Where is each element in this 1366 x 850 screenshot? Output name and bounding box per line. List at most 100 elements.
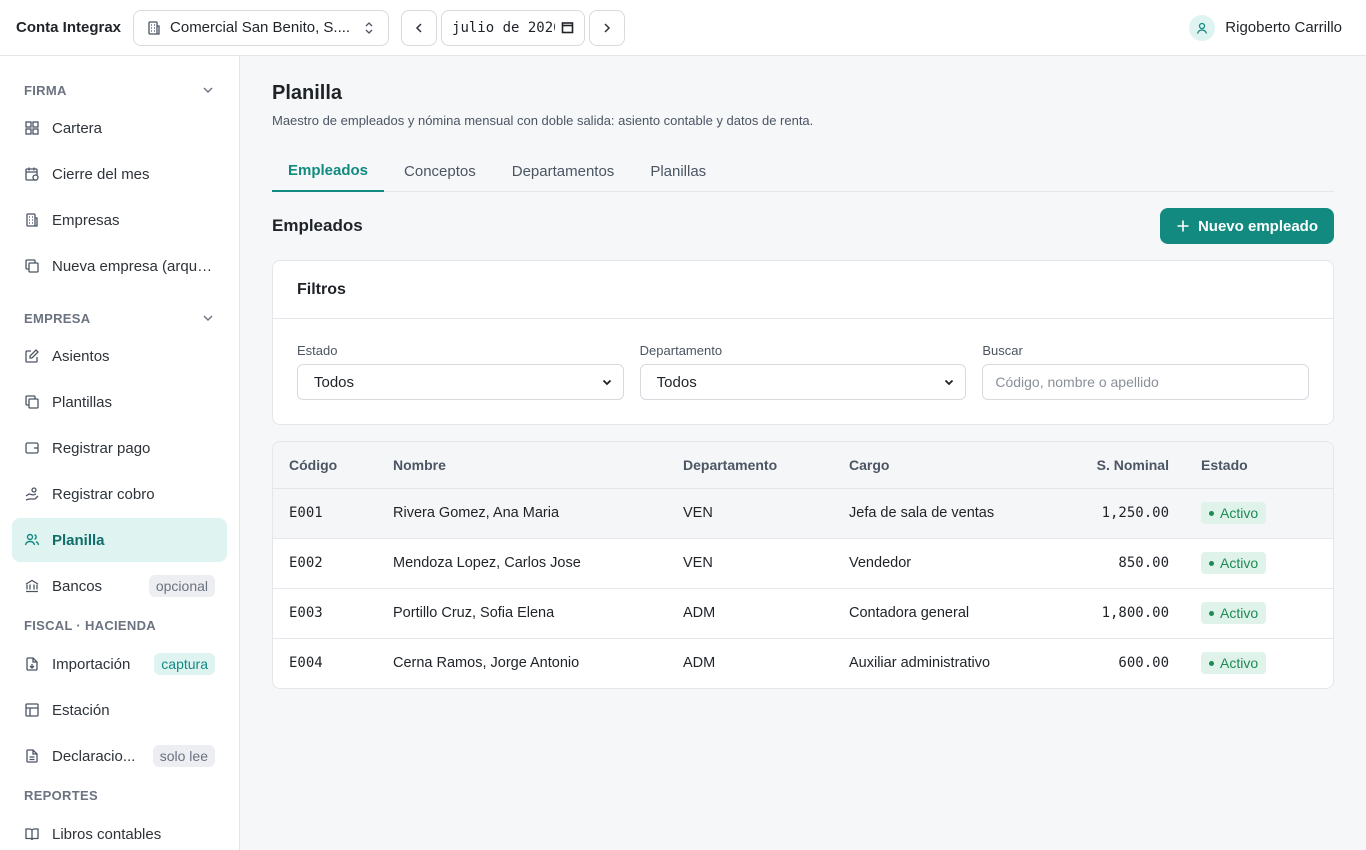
col-cargo[interactable]: Cargo xyxy=(833,442,1033,489)
book-icon xyxy=(25,828,39,841)
table-row[interactable]: E003 Portillo Cruz, Sofia Elena ADM Cont… xyxy=(273,588,1333,639)
table-row[interactable]: E004 Cerna Ramos, Jorge Antonio ADM Auxi… xyxy=(273,638,1333,688)
cell-nombre: Portillo Cruz, Sofia Elena xyxy=(377,588,667,639)
wallet-icon xyxy=(25,442,39,454)
cell-codigo: E003 xyxy=(273,588,377,639)
main-content: Planilla Maestro de empleados y nómina m… xyxy=(240,56,1366,850)
cell-cargo: Auxiliar administrativo xyxy=(849,655,991,672)
user-name: Rigoberto Carrillo xyxy=(1225,19,1342,36)
table-row[interactable]: E002 Mendoza Lopez, Carlos Jose VEN Vend… xyxy=(273,538,1333,589)
cell-cargo: Vendedor xyxy=(833,538,1033,589)
estado-select[interactable]: Todos xyxy=(297,364,624,400)
sidebar-item-asientos[interactable]: Asientos xyxy=(12,334,227,378)
edit-icon xyxy=(25,349,39,363)
sidebar: FIRMA Cartera Cierre del mes Empresas Nu… xyxy=(0,56,240,850)
sidebar-item-registrar-pago[interactable]: Registrar pago xyxy=(12,426,227,470)
col-departamento[interactable]: Departamento xyxy=(667,442,833,489)
building-icon xyxy=(146,20,162,36)
section-reportes: REPORTES xyxy=(24,787,98,803)
col-estado[interactable]: Estado xyxy=(1185,442,1333,489)
chevron-updown-icon xyxy=(362,21,376,35)
company-selector[interactable]: Comercial San Benito, S.... xyxy=(133,9,390,46)
chevron-left-icon xyxy=(415,22,422,33)
sidebar-item-importacion[interactable]: Importación captura xyxy=(12,642,227,686)
status-badge: Activo xyxy=(1201,652,1267,675)
cell-salario: 1,250.00 xyxy=(1033,488,1185,539)
page-subtitle: Maestro de empleados y nómina mensual co… xyxy=(272,113,814,128)
cell-estado: Activo xyxy=(1185,538,1333,589)
copy-icon xyxy=(25,395,39,409)
cell-codigo: E001 xyxy=(273,488,377,539)
departamento-label: Departamento xyxy=(639,343,723,358)
page-title: Planilla xyxy=(272,82,343,104)
next-period-button[interactable] xyxy=(589,9,626,46)
building-icon xyxy=(26,213,38,227)
col-codigo[interactable]: Código xyxy=(273,442,377,489)
col-salario[interactable]: S. Nominal xyxy=(1033,442,1185,489)
sidebar-item-declaraciones[interactable]: Declaracio... solo lee xyxy=(12,734,227,778)
tab-departamentos[interactable]: Departamentos xyxy=(496,150,631,192)
sidebar-item-cierre[interactable]: Cierre del mes xyxy=(12,152,227,196)
hand-coins-icon xyxy=(25,487,39,501)
sidebar-item-plantillas[interactable]: Plantillas xyxy=(12,380,227,424)
calendar-icon[interactable] xyxy=(561,21,574,34)
sidebar-item-libros[interactable]: Libros contables xyxy=(12,812,227,850)
cell-salario: 600.00 xyxy=(1118,655,1169,672)
employees-table: Código Nombre Departamento Cargo S. Nomi… xyxy=(272,441,1334,689)
table-row[interactable]: E001 Rivera Gomez, Ana Maria VEN Jefa de… xyxy=(273,488,1333,539)
period-value: julio de 2026 xyxy=(452,19,556,36)
search-input[interactable]: Código, nombre o apellido xyxy=(982,364,1310,400)
section-empresa[interactable]: EMPRESA xyxy=(12,304,227,332)
cell-estado: Activo xyxy=(1185,638,1333,688)
tab-conceptos[interactable]: Conceptos xyxy=(388,150,492,192)
grid-icon xyxy=(25,121,39,135)
filters-card: Filtros Estado Todos Departamento Todos … xyxy=(272,260,1334,425)
chevron-down-icon xyxy=(945,379,954,386)
departamento-select[interactable]: Todos xyxy=(639,364,967,400)
cell-departamento: ADM xyxy=(683,655,716,672)
plus-icon xyxy=(1177,220,1189,232)
new-employee-button[interactable]: Nuevo empleado xyxy=(1159,208,1334,244)
status-badge: Activo xyxy=(1201,552,1267,574)
period-input[interactable]: julio de 2026 xyxy=(441,9,586,46)
sidebar-item-registrar-cobro[interactable]: Registrar cobro xyxy=(12,472,227,516)
prev-period-button[interactable] xyxy=(401,9,438,46)
tab-bar: Empleados Conceptos Departamentos Planil… xyxy=(272,150,1334,192)
cell-cargo: Jefa de sala de ventas xyxy=(833,488,1033,539)
sidebar-item-estacion[interactable]: Estación xyxy=(12,688,227,732)
cell-departamento: VEN xyxy=(667,538,833,589)
chevron-down-icon xyxy=(203,315,213,321)
col-nombre[interactable]: Nombre xyxy=(377,442,667,489)
user-menu[interactable]: Rigoberto Carrillo xyxy=(1189,14,1350,41)
filters-title: Filtros xyxy=(273,261,1333,319)
cell-salario: 850.00 xyxy=(1033,538,1185,589)
cell-codigo: E004 xyxy=(289,655,323,672)
estado-label: Estado xyxy=(297,343,338,358)
chevron-right-icon xyxy=(604,22,611,33)
badge-solo-lee: solo lee xyxy=(152,745,215,767)
tab-empleados[interactable]: Empleados xyxy=(272,150,385,192)
cell-estado: Activo xyxy=(1185,588,1333,639)
sidebar-item-nueva-empresa[interactable]: Nueva empresa (arque... xyxy=(12,244,227,288)
chevron-down-icon xyxy=(602,379,611,386)
avatar xyxy=(1189,14,1216,41)
sidebar-item-cartera[interactable]: Cartera xyxy=(12,106,227,150)
tab-planillas[interactable]: Planillas xyxy=(634,150,722,192)
cell-nombre: Mendoza Lopez, Carlos Jose xyxy=(377,538,667,589)
section-firma[interactable]: FIRMA xyxy=(12,76,227,104)
file-text-icon xyxy=(26,749,38,763)
copy-icon xyxy=(25,259,39,273)
cell-estado: Activo xyxy=(1185,488,1333,539)
cell-departamento: VEN xyxy=(667,488,833,539)
company-name: Comercial San Benito, S.... xyxy=(170,19,351,36)
app-title: Conta Integrax xyxy=(16,19,122,36)
badge-captura: captura xyxy=(154,653,215,675)
user-icon xyxy=(1197,22,1208,34)
cell-cargo: Contadora general xyxy=(833,588,1033,639)
sidebar-item-planilla[interactable]: Planilla xyxy=(12,518,227,562)
sidebar-item-empresas[interactable]: Empresas xyxy=(12,198,227,242)
badge-opcional: opcional xyxy=(148,575,215,597)
sidebar-item-bancos[interactable]: Bancos opcional xyxy=(12,564,227,608)
top-bar: Conta Integrax Comercial San Benito, S..… xyxy=(0,0,1366,56)
cell-salario: 1,800.00 xyxy=(1033,588,1185,639)
